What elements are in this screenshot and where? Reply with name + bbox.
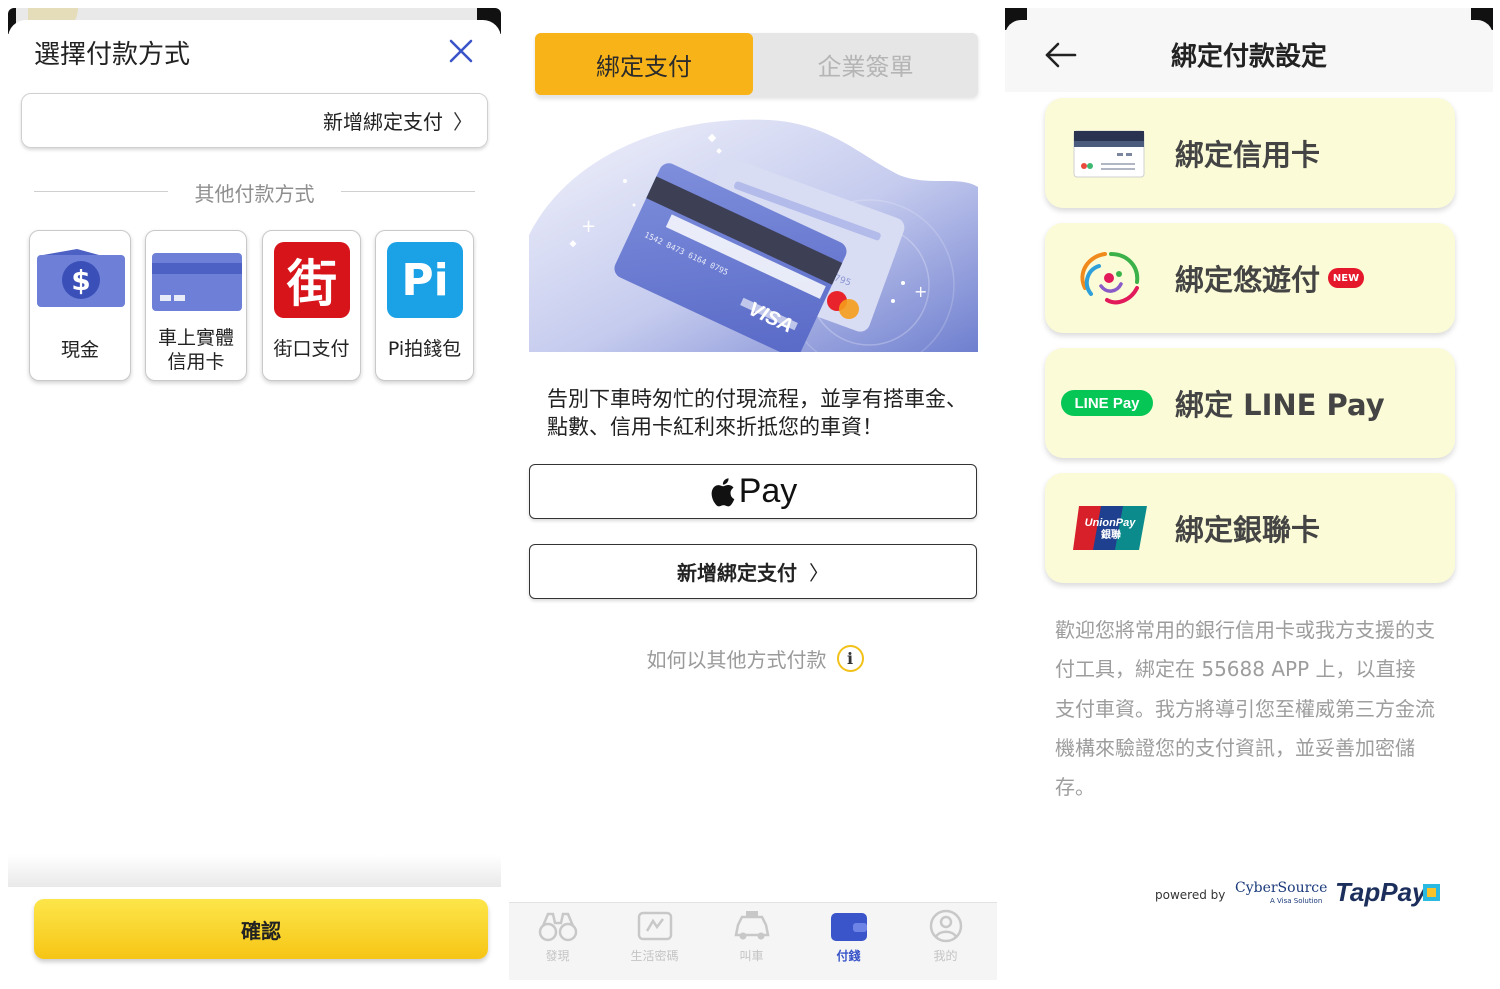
nav-call-taxi[interactable]: 叫車 [703,903,800,981]
credit-card-icon [1073,130,1145,178]
powered-by-label: powered by [1155,888,1226,902]
chevron-right-icon: 〉 [809,561,829,585]
nav-label: 我的 [933,949,958,963]
svg-text:$: $ [71,264,90,297]
nav-label: 叫車 [739,949,764,963]
sheet-title: 選擇付款方式 [34,40,191,70]
nav-life-code[interactable]: 生活密碼 [606,903,703,981]
cash-icon: $ [37,249,125,307]
credit-card-icon [152,253,242,311]
bind-credit-card-option[interactable]: 綁定信用卡 [1045,98,1455,208]
nav-label: 付錢 [836,949,861,963]
promo-text: 告別下車時匆忙的付現流程，並享有搭車金、點數、信用卡紅利來折抵您的車資！ [547,387,967,439]
unionpay-icon: UnionPay 銀聯 [1073,506,1147,550]
method-label: 街口支付 [273,338,350,360]
credit-card-illustration: 0795 1542 8473 6164 0795 VISA + + [529,119,978,352]
how-to-label: 如何以其他方式付款 [646,648,827,672]
payment-tabs: 綁定支付 企業簽單 [535,33,978,97]
tab-bind-payment[interactable]: 綁定支付 [535,33,753,95]
binoculars-icon [538,912,578,942]
svg-text:+: + [581,216,596,237]
profile-icon [929,909,963,943]
bind-easywallet-option[interactable]: 綁定悠遊付 NEW [1045,223,1455,333]
bottom-nav: 發現 生活密碼 叫車 付錢 我的 [509,902,997,980]
method-cash[interactable]: $ 現金 [29,230,131,381]
svg-text:+: + [914,282,927,301]
option-label: 綁定 LINE Pay [1175,388,1385,422]
method-jko-pay[interactable]: 街 街口支付 [262,230,361,381]
tab-corporate-sign[interactable]: 企業簽單 [753,33,978,95]
unionpay-logo-sub: 銀聯 [1101,528,1121,541]
cybersource-logo: CyberSource [1235,880,1328,896]
nav-label: 生活密碼 [630,949,679,963]
confirm-button[interactable]: 確認 [34,899,488,959]
unionpay-logo-text: UnionPay [1085,517,1137,529]
method-label: Pi拍錢包 [387,338,462,360]
taxi-icon [734,911,770,940]
option-label: 綁定銀聯卡 [1175,513,1321,547]
apple-pay-label: Pay [738,472,798,510]
tappay-logo: TapPay [1335,877,1427,907]
bind-line-pay-option[interactable]: LINE Pay 綁定 LINE Pay [1045,348,1455,458]
apple-logo-icon [711,477,735,506]
how-to-pay-other-link[interactable]: 如何以其他方式付款 i [505,644,1005,673]
new-badge: NEW [1328,268,1365,288]
nav-label: 發現 [545,949,570,963]
bottom-shadow [8,855,501,887]
option-label-text: 綁定悠遊付 [1175,263,1321,297]
ticket-icon [637,911,673,941]
other-methods-heading: 其他付款方式 [194,182,315,206]
chevron-right-icon: 〉 [453,110,473,134]
bind-payment-settings-panel: 綁定付款設定 綁定信用卡 綁定悠遊付 NEW LINE Pay 綁定 LINE … [1005,0,1500,989]
add-bind-label: 新增綁定支付 [323,110,443,134]
apple-pay-button[interactable]: Pay [529,464,977,519]
add-bind-label: 新增綁定支付 [677,561,797,585]
pi-wallet-icon: Pi [387,242,463,318]
easywallet-icon [1080,252,1140,305]
description-text: 歡迎您將常用的銀行信用卡或我方支援的支付工具，綁定在 55688 APP 上，以… [1055,618,1435,800]
close-icon[interactable] [447,37,475,65]
bind-payment-panel: 綁定支付 企業簽單 0795 1542 8473 6164 0795 + + 告… [505,0,1005,989]
method-onboard-card[interactable]: 車上實體 信用卡 [145,230,247,381]
info-icon: i [836,645,864,672]
method-label: 車上實體 信用卡 [157,327,234,373]
line-pay-icon: LINE Pay [1061,390,1153,416]
method-label: 現金 [60,339,99,361]
add-bind-payment-button[interactable]: 新增綁定支付 〉 [529,544,977,599]
tappay-square-icon [1423,884,1440,901]
nav-profile[interactable]: 我的 [897,903,994,981]
cybersource-sub: A Visa Solution [1270,897,1323,905]
nav-pay[interactable]: 付錢 [800,903,897,981]
page-title: 綁定付款設定 [1170,42,1327,72]
add-bind-payment-button[interactable]: 新增綁定支付 〉 [21,93,488,148]
option-label: 綁定信用卡 [1175,138,1321,172]
powered-by-footer: powered by CyberSource A Visa Solution T… [1155,876,1455,916]
option-label: 綁定悠遊付 NEW [1175,223,1365,333]
nav-discover[interactable]: 發現 [509,903,606,981]
method-pi-wallet[interactable]: Pi Pi拍錢包 [375,230,474,381]
jko-pay-icon: 街 [274,242,350,318]
wallet-icon [831,913,867,941]
bind-unionpay-option[interactable]: UnionPay 銀聯 綁定銀聯卡 [1045,473,1455,583]
payment-method-panel: 選擇付款方式 新增綁定支付 〉 其他付款方式 $ 現金 車上實體 信用卡 街 街… [0,0,505,989]
